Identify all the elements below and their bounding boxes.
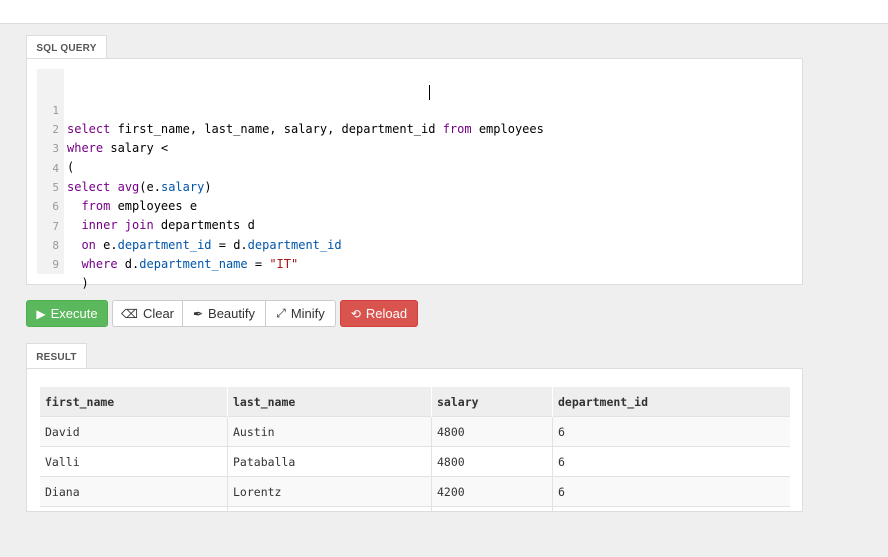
line-number: 9 [52,258,59,271]
table-cell: 6 [552,476,790,507]
table-cell [40,506,228,511]
table-cell: 6 [552,446,790,477]
code-line: 9 ) [37,236,792,290]
sql-query-panel: 1 select first_name, last_name, salary, … [26,58,803,290]
reload-button[interactable]: ⟲ Reload [340,300,418,327]
table-cell [227,506,432,511]
beautify-button[interactable]: ✒ Beautify [182,300,266,327]
table-cell: Pataballa [227,446,432,477]
beautify-label: Beautify [208,306,256,321]
code-line: 1 select first_name, last_name, salary, … [37,82,792,136]
table-cell: 4200 [431,476,553,507]
table-header-row: first_name last_name salary department_i… [40,387,790,417]
execute-label: Execute [50,306,98,321]
clear-button[interactable]: ⌫ Clear [112,300,183,327]
compress-icon: ⤢ [276,306,286,320]
table-cell: Valli [40,446,228,477]
table-cell: Lorentz [227,476,432,507]
code-line: 6 inner join departments d [37,178,792,232]
reload-icon: ⟲ [350,306,361,321]
table-row: Diana Lorentz 4200 6 [40,476,790,507]
code-text: ) [67,276,89,290]
table-cell: Diana [40,476,228,507]
column-header[interactable]: first_name [40,387,228,417]
text-cursor [429,85,430,100]
table-cell: 4800 [431,446,553,477]
table-row: David Austin 4800 6 [40,416,790,447]
wand-icon: ✒ [192,306,204,321]
tab-sql-query[interactable]: SQL QUERY [26,35,107,60]
code-line: 7 on e.department_id = d.department_id [37,198,792,252]
top-bar [0,0,888,24]
table-cell [431,506,553,511]
eraser-icon: ⌫ [120,306,138,321]
code-line: 2 where salary < [37,101,792,155]
execute-button[interactable]: ▶ Execute [26,300,108,327]
column-header[interactable]: salary [431,387,553,417]
play-icon: ▶ [36,306,46,321]
result-panel: first_name last_name salary department_i… [26,368,803,512]
minify-button[interactable]: ⤢ Minify [265,300,336,327]
column-header[interactable]: last_name [227,387,432,417]
code-line: 3 ( [37,120,792,174]
reload-label: Reload [365,306,408,321]
column-header[interactable]: department_id [552,387,790,417]
table-cell: 4800 [431,416,553,447]
code-line: 4 select avg(e.salary) [37,140,792,194]
table-row [40,506,790,511]
table-cell [552,506,790,511]
tab-result[interactable]: RESULT [26,343,87,370]
code-text: where d.department_name = "IT" [81,257,299,271]
table-cell: 6 [552,416,790,447]
table-row: Valli Pataballa 4800 6 [40,446,790,477]
table-cell: Austin [227,416,432,447]
code-line: 8 where d.department_name = "IT" [37,217,792,271]
table-cell: David [40,416,228,447]
clear-label: Clear [142,306,175,321]
sql-editor[interactable]: 1 select first_name, last_name, salary, … [37,69,792,290]
result-table: first_name last_name salary department_i… [40,387,790,511]
minify-label: Minify [290,306,325,321]
code-line: 5 from employees e [37,159,792,213]
